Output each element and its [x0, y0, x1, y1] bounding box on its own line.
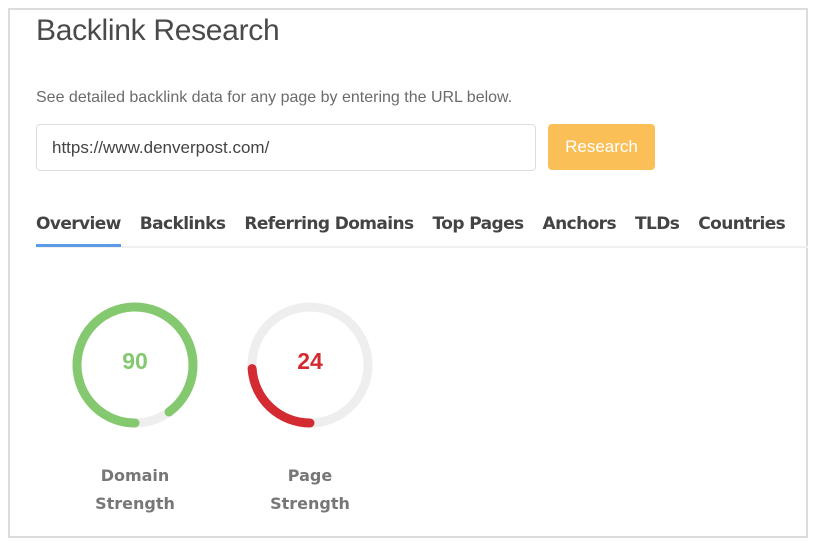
gauge-label: Domain Strength [95, 466, 175, 513]
page-strength-gauge: 24 Page Strength [245, 300, 375, 518]
domain-strength-gauge: 90 Domain Strength [70, 300, 200, 518]
page-title: Backlink Research [36, 14, 280, 47]
tab-tlds[interactable]: TLDs [635, 210, 680, 244]
tab-bar: Overview Backlinks Referring Domains Top… [36, 210, 808, 248]
page-description: See detailed backlink data for any page … [36, 89, 513, 106]
tab-top-pages[interactable]: Top Pages [433, 210, 525, 244]
url-input[interactable] [36, 124, 536, 171]
tab-referring-domains[interactable]: Referring Domains [244, 210, 414, 244]
tab-anchors[interactable]: Anchors [543, 210, 617, 244]
tab-countries[interactable]: Countries [698, 210, 786, 244]
gauge-value: 24 [297, 348, 323, 374]
gauge-arc [247, 364, 315, 428]
tab-backlinks[interactable]: Backlinks [140, 210, 226, 244]
gauge-label: Page Strength [270, 466, 350, 513]
gauge-value: 90 [122, 348, 148, 374]
research-button[interactable]: Research [548, 124, 655, 170]
tab-overview[interactable]: Overview [36, 210, 121, 247]
